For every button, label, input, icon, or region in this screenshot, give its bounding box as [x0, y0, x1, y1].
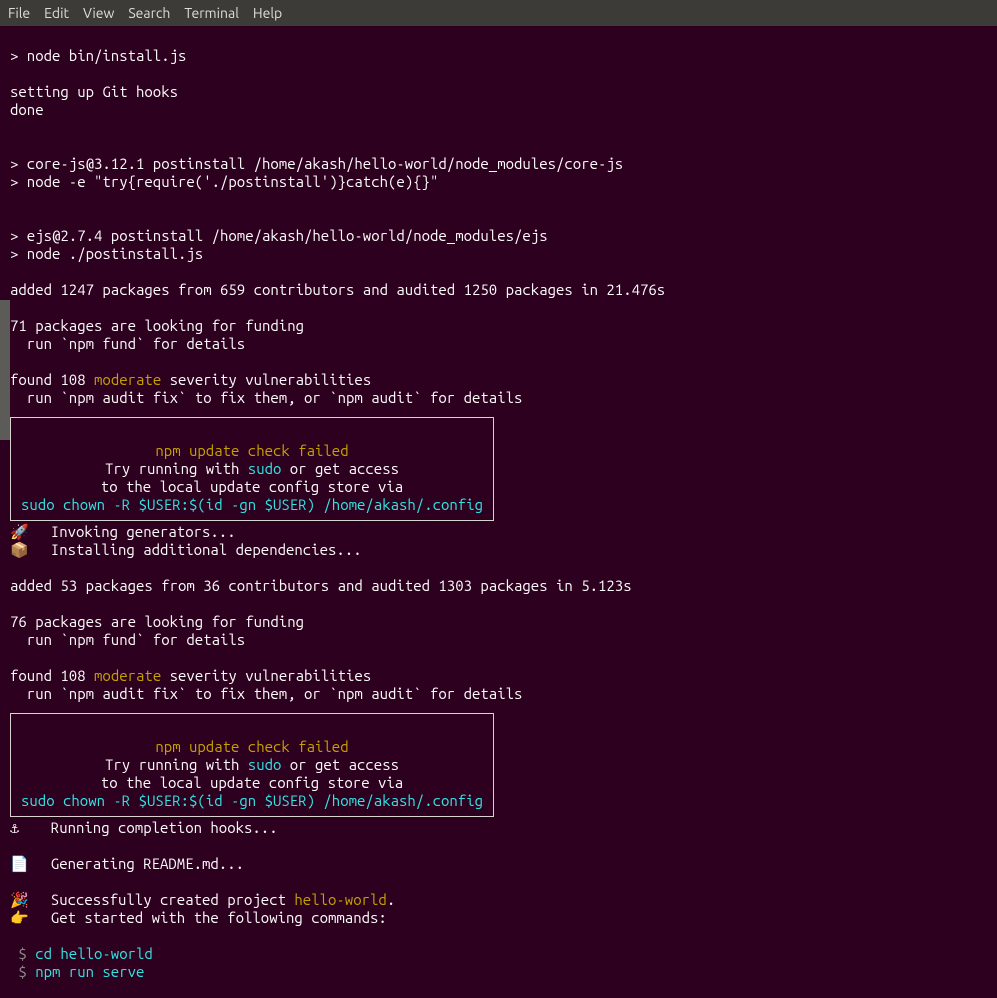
project-name: hello-world	[294, 891, 386, 908]
menu-search[interactable]: Search	[128, 4, 170, 22]
menu-file[interactable]: File	[8, 4, 30, 22]
package-icon: 📦	[10, 541, 34, 559]
vuln-line: found 108 moderate severity vulnerabilit…	[10, 667, 371, 684]
status-line: 🎉 Successfully created project hello-wor…	[10, 891, 395, 908]
menu-terminal[interactable]: Terminal	[184, 4, 239, 22]
command-suggestion: $ npm run serve	[10, 963, 144, 980]
output-line: run `npm audit fix` to fix them, or `npm…	[10, 685, 522, 702]
output-line: added 1247 packages from 659 contributor…	[10, 281, 665, 298]
chown-command: sudo chown -R $USER:$(id -gn $USER) /hom…	[21, 496, 483, 513]
npm-update-warning-box: npm update check failed Try running with…	[10, 417, 494, 521]
point-icon: 👉	[10, 909, 34, 927]
output-line: > node -e "try{require('./postinstall')}…	[10, 173, 438, 190]
box-title: npm update check failed	[155, 442, 348, 459]
sudo-hint: sudo	[248, 460, 282, 477]
terminal-output[interactable]: > node bin/install.js setting up Git hoo…	[0, 26, 997, 985]
severity-level: moderate	[94, 371, 161, 388]
menu-bar: File Edit View Search Terminal Help	[0, 0, 997, 26]
status-line: 📄 Generating README.md...	[10, 855, 244, 872]
command-suggestion: $ cd hello-world	[10, 945, 153, 962]
left-decoration	[0, 300, 10, 440]
output-line: setting up Git hooks	[10, 83, 178, 100]
menu-view[interactable]: View	[83, 4, 114, 22]
menu-edit[interactable]: Edit	[44, 4, 69, 22]
anchor-icon: ⚓	[10, 819, 34, 837]
severity-level: moderate	[94, 667, 161, 684]
output-line: run `npm fund` for details	[10, 335, 245, 352]
status-line: ⚓ Running completion hooks...	[10, 819, 278, 836]
output-line: 76 packages are looking for funding	[10, 613, 304, 630]
output-line: > node ./postinstall.js	[10, 245, 203, 262]
party-icon: 🎉	[10, 891, 34, 909]
output-line: added 53 packages from 36 contributors a…	[10, 577, 632, 594]
box-title: npm update check failed	[155, 738, 348, 755]
output-line: > node bin/install.js	[10, 47, 186, 64]
output-line: 71 packages are looking for funding	[10, 317, 304, 334]
status-line: 👉 Get started with the following command…	[10, 909, 387, 926]
rocket-icon: 🚀	[10, 523, 34, 541]
vuln-line: found 108 moderate severity vulnerabilit…	[10, 371, 371, 388]
output-line: > ejs@2.7.4 postinstall /home/akash/hell…	[10, 227, 548, 244]
status-line: 📦 Installing additional dependencies...	[10, 541, 362, 558]
output-line: run `npm audit fix` to fix them, or `npm…	[10, 389, 522, 406]
menu-help[interactable]: Help	[253, 4, 282, 22]
output-line: done	[10, 101, 44, 118]
npm-update-warning-box: npm update check failed Try running with…	[10, 713, 494, 817]
status-line: 🚀 Invoking generators...	[10, 523, 236, 540]
output-line: > core-js@3.12.1 postinstall /home/akash…	[10, 155, 623, 172]
output-line: run `npm fund` for details	[10, 631, 245, 648]
sudo-hint: sudo	[248, 756, 282, 773]
document-icon: 📄	[10, 855, 34, 873]
chown-command: sudo chown -R $USER:$(id -gn $USER) /hom…	[21, 792, 483, 809]
